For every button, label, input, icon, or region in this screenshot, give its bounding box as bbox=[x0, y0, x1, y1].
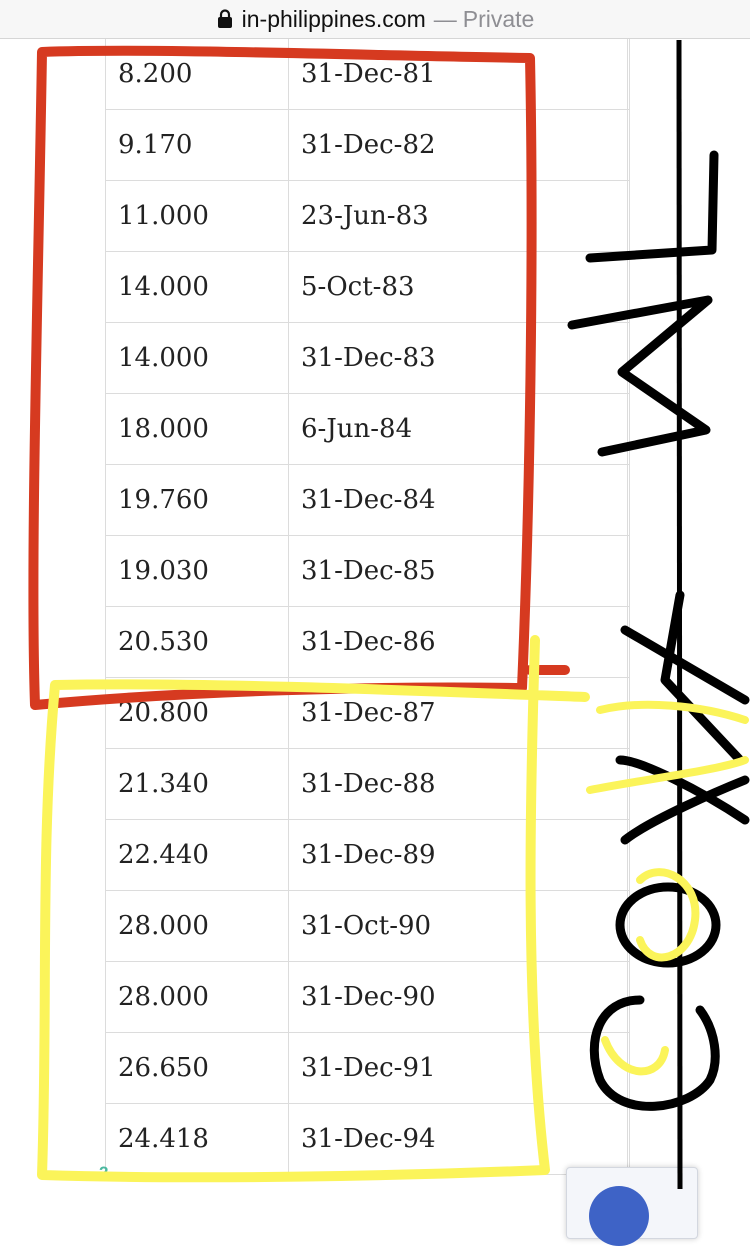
address-bar[interactable]: in-philippines.com — Private bbox=[0, 0, 750, 39]
rate-cell: 20.800 bbox=[105, 677, 289, 749]
table-row: 9.170 31-Dec-82 bbox=[105, 109, 630, 181]
page-number: 2 bbox=[99, 1163, 109, 1182]
rate-cell: 11.000 bbox=[105, 180, 289, 252]
date-cell: 31-Dec-88 bbox=[288, 748, 630, 820]
date-cell: 31-Dec-91 bbox=[288, 1032, 630, 1104]
table-row: 20.530 31-Dec-86 bbox=[105, 606, 630, 678]
rate-cell: 18.000 bbox=[105, 393, 289, 465]
date-cell: 23-Jun-83 bbox=[288, 180, 630, 252]
table-edge bbox=[627, 39, 628, 1189]
rate-cell: 20.530 bbox=[105, 606, 289, 678]
date-cell: 6-Jun-84 bbox=[288, 393, 630, 465]
private-mode-label: Private bbox=[462, 5, 535, 32]
table-row: 19.030 31-Dec-85 bbox=[105, 535, 630, 607]
rate-cell: 9.170 bbox=[105, 109, 289, 181]
lock-icon bbox=[217, 9, 232, 28]
date-cell: 31-Dec-83 bbox=[288, 322, 630, 394]
table-row: 18.000 6-Jun-84 bbox=[105, 393, 630, 465]
date-cell: 31-Dec-89 bbox=[288, 819, 630, 891]
table-row: 26.650 31-Dec-91 bbox=[105, 1032, 630, 1104]
rate-cell: 21.340 bbox=[105, 748, 289, 820]
table-row: 14.000 31-Dec-83 bbox=[105, 322, 630, 394]
date-cell: 31-Dec-85 bbox=[288, 535, 630, 607]
date-cell: 31-Dec-82 bbox=[288, 109, 630, 181]
table-row: 28.000 31-Oct-90 bbox=[105, 890, 630, 962]
address-domain: in-philippines.com bbox=[241, 5, 426, 32]
rate-cell: 28.000 bbox=[105, 890, 289, 962]
date-cell: 5-Oct-83 bbox=[288, 251, 630, 323]
table-row: 19.760 31-Dec-84 bbox=[105, 464, 630, 536]
date-cell: 31-Dec-94 bbox=[288, 1103, 630, 1175]
exchange-rate-table: 8.200 31-Dec-81 9.170 31-Dec-82 11.000 23-Jun… bbox=[105, 39, 630, 1175]
address-separator: — bbox=[433, 5, 457, 32]
table-row: 22.440 31-Dec-89 bbox=[105, 819, 630, 891]
table-row: 14.000 5-Oct-83 bbox=[105, 251, 630, 323]
table-row: 28.000 31-Dec-90 bbox=[105, 961, 630, 1033]
table-row: 20.800 31-Dec-87 bbox=[105, 677, 630, 749]
page-content: 8.200 31-Dec-81 9.170 31-Dec-82 11.000 23-Jun… bbox=[0, 39, 750, 1246]
floating-widget[interactable] bbox=[566, 1167, 698, 1246]
date-cell: 31-Dec-84 bbox=[288, 464, 630, 536]
widget-logo-icon bbox=[589, 1186, 649, 1246]
rate-cell: 22.440 bbox=[105, 819, 289, 891]
date-cell: 31-Dec-86 bbox=[288, 606, 630, 678]
rate-cell: 26.650 bbox=[105, 1032, 289, 1104]
rate-cell: 19.760 bbox=[105, 464, 289, 536]
rate-cell: 19.030 bbox=[105, 535, 289, 607]
rate-cell: 14.000 bbox=[105, 251, 289, 323]
date-cell: 31-Dec-90 bbox=[288, 961, 630, 1033]
rate-cell: 8.200 bbox=[105, 39, 289, 110]
table-row: 24.418 31-Dec-94 bbox=[105, 1103, 630, 1175]
rate-cell: 24.418 bbox=[105, 1103, 289, 1175]
table-row: 21.340 31-Dec-88 bbox=[105, 748, 630, 820]
table-row: 8.200 31-Dec-81 bbox=[105, 39, 630, 110]
table-row: 11.000 23-Jun-83 bbox=[105, 180, 630, 252]
date-cell: 31-Oct-90 bbox=[288, 890, 630, 962]
rate-cell: 28.000 bbox=[105, 961, 289, 1033]
date-cell: 31-Dec-87 bbox=[288, 677, 630, 749]
rate-cell: 14.000 bbox=[105, 322, 289, 394]
date-cell: 31-Dec-81 bbox=[288, 39, 630, 110]
